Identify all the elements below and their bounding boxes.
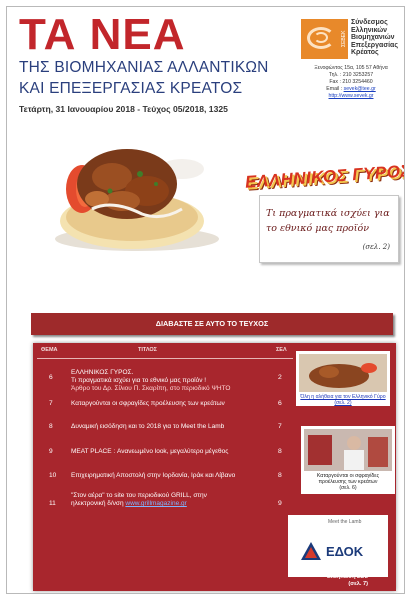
- cover-quote-box: Τι πραγματικά ισχύει για το εθνικό μας π…: [259, 195, 399, 263]
- masthead-title: ΤΑ ΝΕΑ: [19, 10, 186, 59]
- edok-event-caption: Εκδήλωση 21/2 (σελ. 7): [327, 574, 368, 587]
- cover-quote: Τι πραγματικά ισχύει για το εθνικό μας π…: [266, 208, 390, 234]
- side-gyros-caption: Όλη η αλήθεια για τον Ελληνικό Γύρο (σελ…: [300, 394, 386, 407]
- cover-page-ref: (σελ. 2): [362, 243, 390, 251]
- toc-header-page: ΣΕΛ: [276, 347, 287, 353]
- org-contact: Ξενοφώντος 15α, 105 57 Αθήνα Τηλ. : 210 …: [301, 65, 401, 100]
- edok-logo-text: ΕΔΟΚ: [326, 544, 364, 559]
- toc-header: ΘΕΜΑ ΤΙΤΛΟΣ ΣΕΛ: [33, 347, 293, 357]
- toc-header-title: ΤΙΤΛΟΣ: [138, 347, 157, 353]
- read-in-issue-bar: ΔΙΑΒΑΣΤΕ ΣΕ ΑΥΤΟ ΤΟ ΤΕΥΧΟΣ: [31, 313, 393, 335]
- org-fax: Fax : 210 3254460: [329, 79, 373, 85]
- org-name: Σύνδεσμος Ελληνικών Βιομηχανιών Επεξεργα…: [351, 19, 398, 57]
- cover-headline: ΕΛΛΗΝΙΚΟΣ ΓΥΡΟΣ: [244, 161, 405, 192]
- side-box-edok[interactable]: Meet the Lamb ΕΔΟΚ: [288, 515, 388, 577]
- toc-header-num: ΘΕΜΑ: [41, 347, 58, 353]
- gyros-photo: [55, 149, 219, 251]
- sevek-logo: [301, 19, 343, 59]
- toc-divider: [37, 358, 293, 359]
- logo-swirl-inner-icon: [314, 32, 328, 43]
- email-label: Email :: [326, 86, 343, 92]
- website-link[interactable]: http://www.sevek.gr: [301, 93, 401, 100]
- grill-link[interactable]: www.grillmagazine.gr: [125, 500, 186, 507]
- newsletter-page: ΤΑ ΝΕΑ ΤΗΣ ΒΙΟΜΗΧΑΝΙΑΣ ΑΛΛΑΝΤΙΚΩΝ ΚΑΙ ΕΠ…: [6, 6, 405, 594]
- side-box-stamps[interactable]: Καταργούνται οι σφραγίδες προέλευσης των…: [301, 426, 395, 494]
- email-link[interactable]: sevek@tee.gr: [344, 86, 376, 92]
- masthead-subtitle-1: ΤΗΣ ΒΙΟΜΗΧΑΝΙΑΣ ΑΛΛΑΝΤΙΚΩΝ: [19, 59, 269, 76]
- org-address: Ξενοφώντος 15α, 105 57 Αθήνα: [314, 65, 388, 71]
- table-of-contents: ΘΕΜΑ ΤΙΤΛΟΣ ΣΕΛ 6 ΕΛΛΗΝΙΚΟΣ ΓΥΡΟΣ. Τι πρ…: [33, 343, 396, 591]
- side-gyros-photo: [299, 354, 387, 392]
- org-phone: Τηλ. : 210 3253257: [328, 72, 374, 78]
- side-stamps-caption: Καταργούνται οι σφραγίδες προέλευσης των…: [316, 473, 380, 492]
- masthead-subtitle-2: ΚΑΙ ΕΠΕΞΕΡΓΑΣΙΑΣ ΚΡΕΑΤΟΣ: [19, 80, 243, 97]
- edok-triangle-icon: [301, 542, 321, 560]
- meet-the-lamb-label: Meet the Lamb: [328, 519, 362, 525]
- side-stamps-photo: [304, 429, 392, 471]
- side-box-gyros[interactable]: Όλη η αλήθεια για τον Ελληνικό Γύρο (σελ…: [296, 351, 390, 406]
- logo-acronym: ΣΕΒΕΚ: [340, 19, 348, 59]
- issue-dateline: Τετάρτη, 31 Ιανουαρίου 2018 - Τεύχος 05/…: [19, 104, 228, 114]
